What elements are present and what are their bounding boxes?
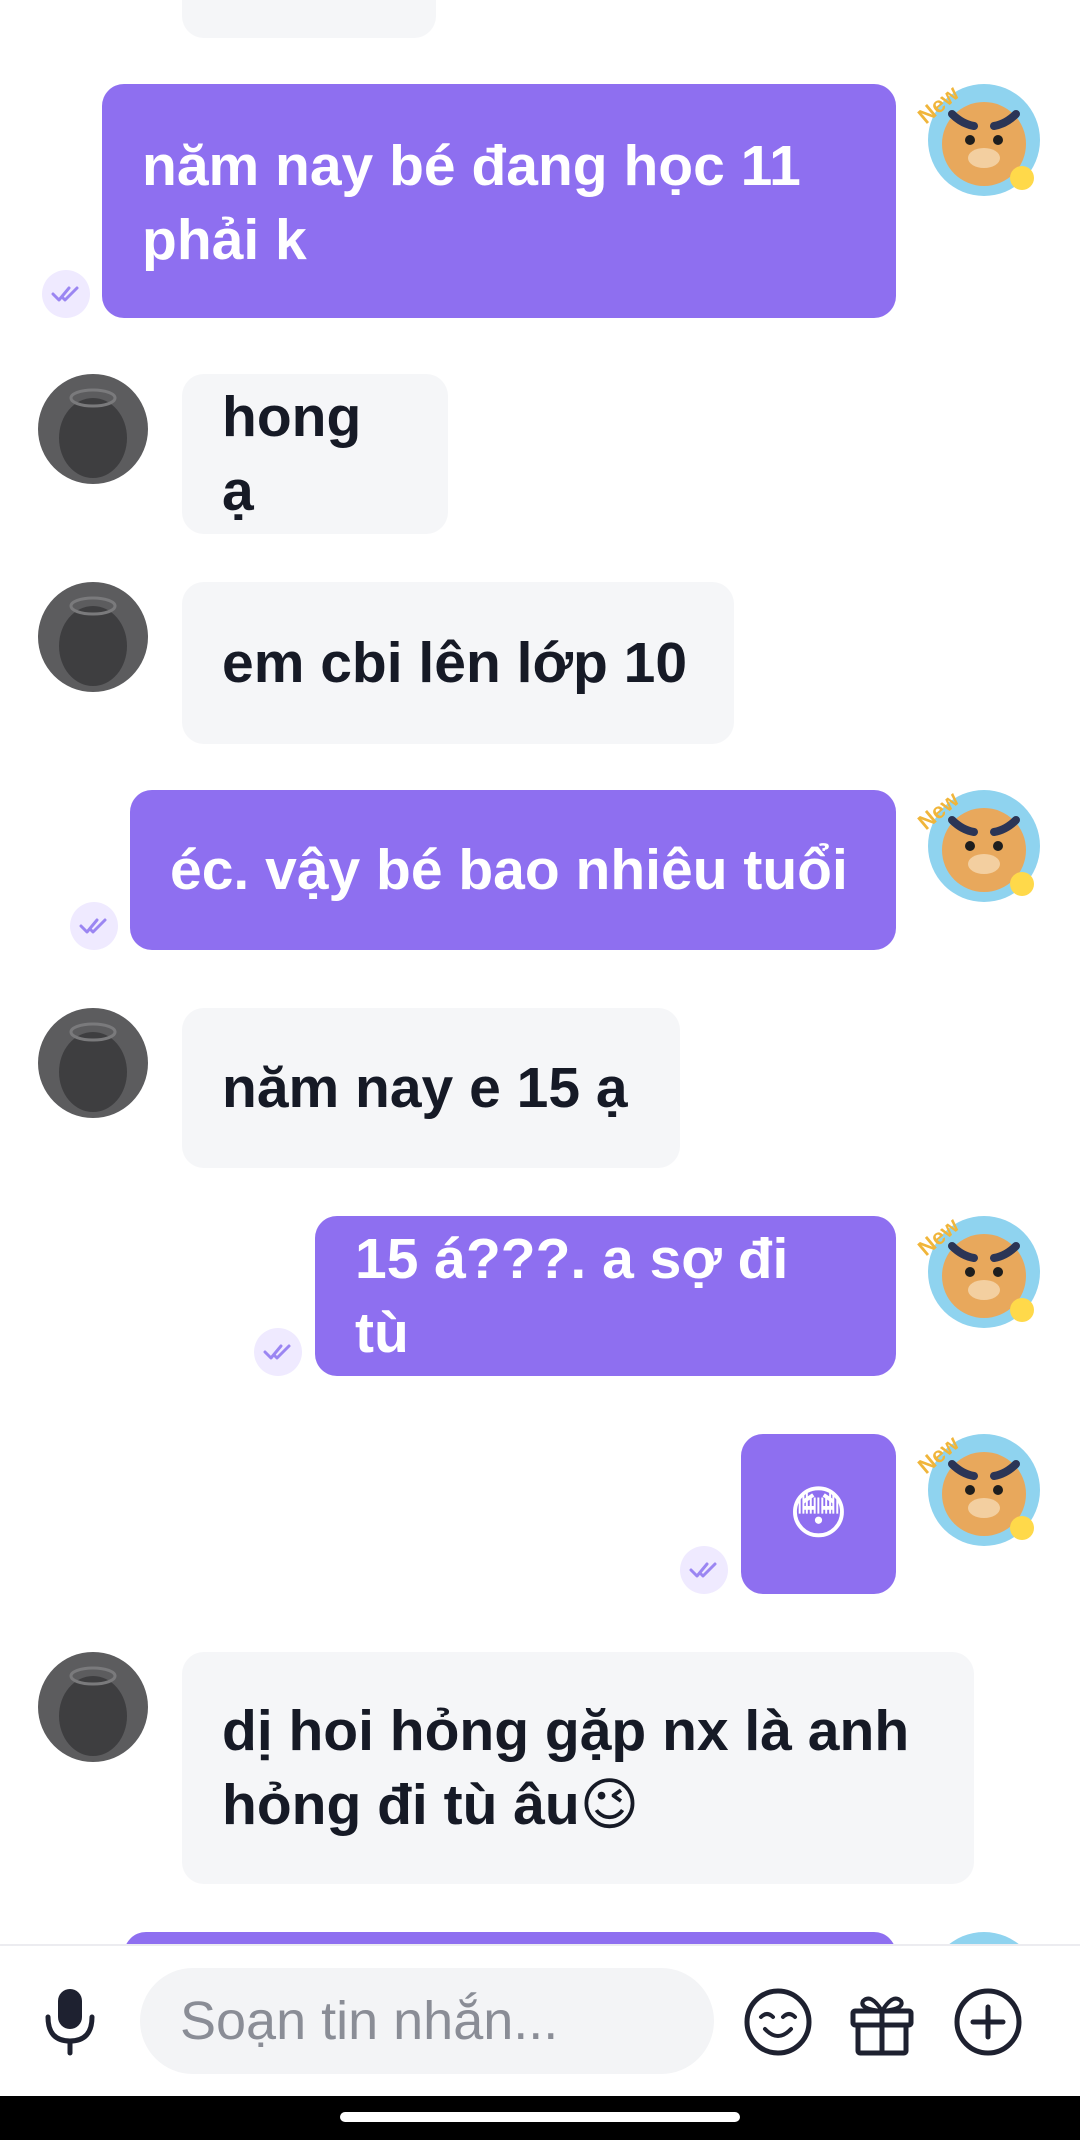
message-text: éc. vậy bé bao nhiêu tuổi	[170, 838, 848, 902]
contact-avatar[interactable]	[38, 1652, 148, 1762]
read-receipt-icon	[70, 902, 118, 950]
message-bubble-outgoing[interactable]: 15 á???. a sợ đi tù	[315, 1216, 896, 1376]
my-avatar[interactable]	[928, 1932, 1040, 1944]
message-bubble-outgoing[interactable]	[124, 1932, 896, 1944]
message-text: 😳	[788, 1481, 849, 1546]
message-bubble-incoming[interactable]: năm nay e 15 ạ	[182, 1008, 680, 1168]
message-text: hong ạ	[222, 385, 362, 523]
contact-avatar[interactable]	[38, 374, 148, 484]
message-bubble-incoming[interactable]	[182, 0, 436, 38]
home-indicator[interactable]	[340, 2112, 740, 2122]
contact-avatar[interactable]	[38, 582, 148, 692]
message-input[interactable]: Soạn tin nhắn...	[140, 1968, 714, 2074]
read-receipt-icon	[254, 1328, 302, 1376]
message-bubble-incoming[interactable]: em cbi lên lớp 10	[182, 582, 734, 744]
message-input-placeholder: Soạn tin nhắn...	[180, 1991, 559, 2051]
message-text: 15 á???. a sợ đi tù	[355, 1227, 789, 1365]
message-bubble-outgoing[interactable]: năm nay bé đang học 11 phải k	[102, 84, 896, 318]
gift-icon[interactable]	[832, 1972, 932, 2072]
message-text: năm nay bé đang học 11 phải k	[142, 134, 801, 272]
message-bubble-outgoing[interactable]: éc. vậy bé bao nhiêu tuổi	[130, 790, 896, 950]
message-text: dị hoi hỏng gặp nx là anh hỏng đi tù âu😉	[222, 1699, 910, 1837]
emoji-icon[interactable]	[728, 1972, 828, 2072]
message-text: năm nay e 15 ạ	[222, 1056, 628, 1120]
contact-avatar[interactable]	[38, 1008, 148, 1118]
add-circle-icon[interactable]	[938, 1972, 1038, 2072]
system-nav-bar	[0, 2096, 1080, 2140]
read-receipt-icon	[680, 1546, 728, 1594]
message-bubble-outgoing[interactable]: 😳	[741, 1434, 896, 1594]
message-bubble-incoming[interactable]: hong ạ	[182, 374, 448, 534]
message-composer: Soạn tin nhắn...	[0, 1944, 1080, 2098]
read-receipt-icon	[42, 270, 90, 318]
chat-thread[interactable]: năm nay bé đang học 11 phải k New hong ạ…	[0, 0, 1080, 1944]
message-bubble-incoming[interactable]: dị hoi hỏng gặp nx là anh hỏng đi tù âu😉	[182, 1652, 974, 1884]
microphone-icon[interactable]	[20, 1972, 120, 2072]
message-text: em cbi lên lớp 10	[222, 631, 688, 695]
